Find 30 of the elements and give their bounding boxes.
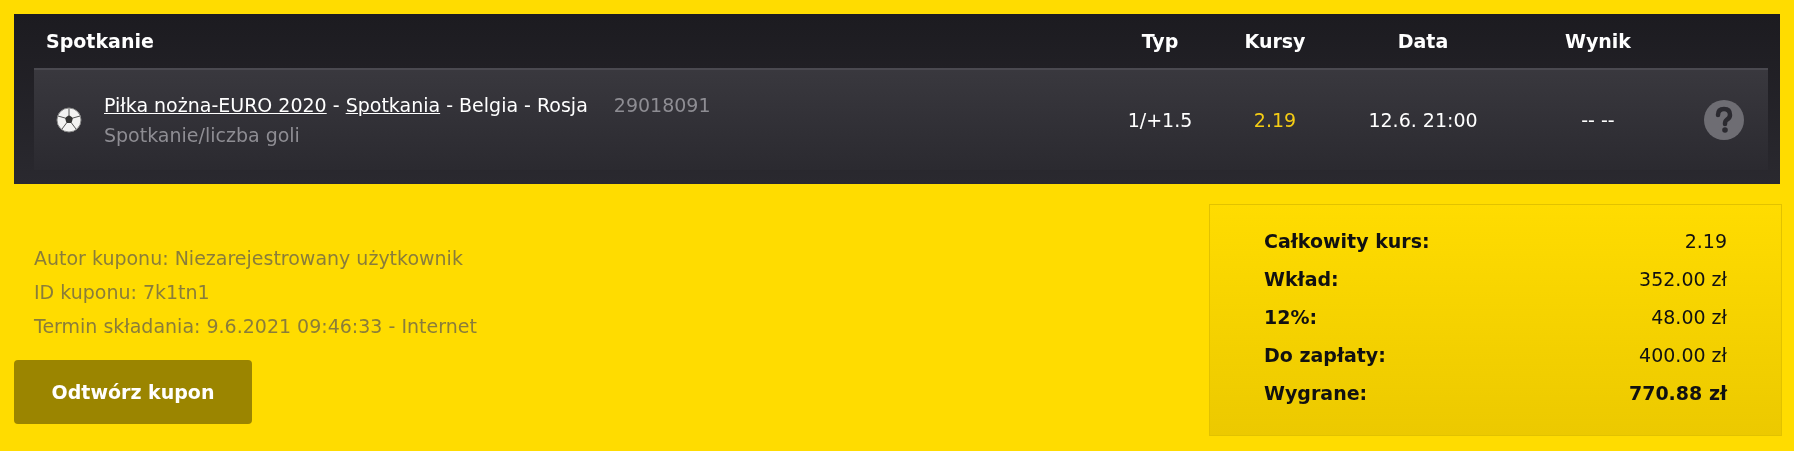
- summary-value: 400.00 zł: [1639, 343, 1727, 368]
- column-header: Kursy: [1244, 29, 1306, 52]
- column-header: Typ: [1141, 29, 1179, 52]
- match-result: -- --: [1581, 108, 1615, 131]
- bet-type: 1/+1.5: [1127, 108, 1193, 131]
- summary-label: Do zapłaty:: [1264, 343, 1386, 368]
- coupon-info-line: Autor kuponu: Niezarejestrowany użytkownik: [34, 246, 464, 271]
- coupon-info-line: Termin składania: 9.6.2021 09:46:33 - Internet: [34, 314, 477, 339]
- column-header: Data: [1397, 29, 1449, 52]
- coupon-info-line: ID kuponu: 7k1tn1: [34, 280, 211, 305]
- market-name: Spotkanie/liczba goli: [104, 123, 301, 148]
- summary-value: 48.00 zł: [1651, 305, 1727, 330]
- summary-label: Wkład:: [1264, 267, 1339, 292]
- odds-value: 2.19: [1253, 108, 1297, 131]
- summary-value: 2.19: [1684, 229, 1727, 254]
- event-id: 29018091: [613, 92, 711, 118]
- column-header: Wynik: [1565, 29, 1631, 52]
- summary-label: Wygrane:: [1264, 381, 1368, 406]
- soccer-ball-icon: [56, 107, 82, 133]
- summary-label: 12%:: [1264, 305, 1318, 330]
- match-date: 12.6. 21:00: [1368, 108, 1478, 131]
- match-link[interactable]: Piłka nożna-EURO 2020: [104, 93, 327, 116]
- match-link[interactable]: Spotkania: [345, 93, 441, 116]
- reopen-coupon-button[interactable]: Odtwórz kupon: [14, 360, 252, 424]
- summary-value: 770.88 zł: [1628, 381, 1727, 406]
- column-header: Spotkanie: [46, 29, 154, 52]
- summary-label: Całkowity kurs:: [1264, 229, 1430, 254]
- match-title: Piłka nożna-EURO 2020 - Spotkania - Belgia - Rosja: [104, 92, 588, 118]
- summary-value: 352.00 zł: [1639, 267, 1727, 292]
- help-icon[interactable]: [1704, 100, 1744, 140]
